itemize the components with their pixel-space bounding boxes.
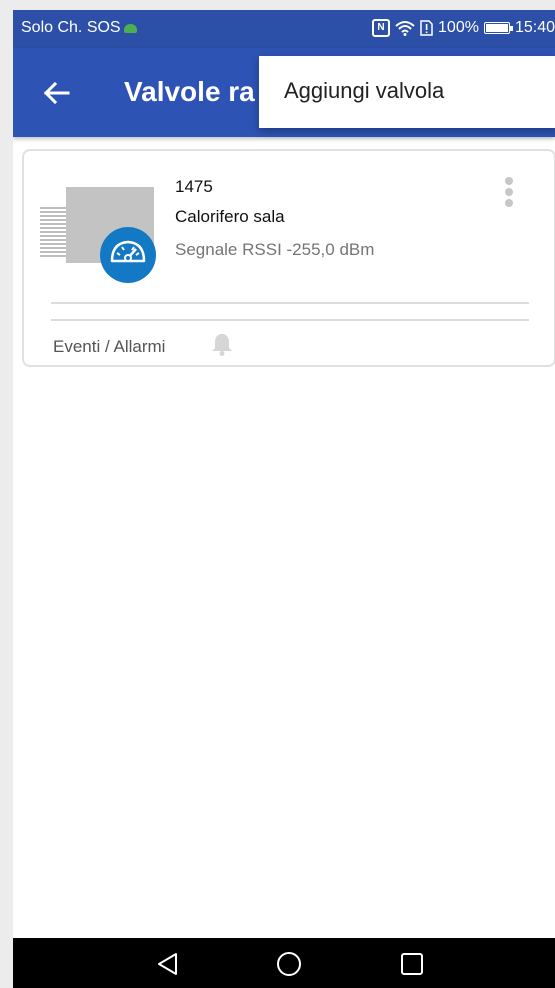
status-bar: Solo Ch. SOS N 100% 15:40 [13, 10, 555, 48]
android-icon [123, 23, 137, 33]
square-recent-icon [401, 953, 423, 975]
signal-strength: Segnale RSSI -255,0 dBm [175, 240, 375, 259]
overflow-menu: Aggiungi valvola [259, 56, 555, 128]
events-alarms-link[interactable]: Eventi / Allarmi [53, 337, 165, 357]
nav-back-button[interactable] [150, 946, 186, 982]
radiator-fins [40, 207, 68, 257]
circle-home-icon [277, 952, 301, 976]
device-name: Calorifero sala [175, 207, 285, 226]
bell-button[interactable] [209, 331, 237, 359]
bell-icon [212, 334, 232, 356]
back-button[interactable] [33, 70, 79, 116]
valve-card[interactable]: 1475 Calorifero sala Segnale RSSI -255,0… [22, 149, 555, 367]
radiator-thumbnail [40, 187, 162, 287]
nav-recent-button[interactable] [394, 946, 430, 982]
menu-item-add-valve[interactable]: Aggiungi valvola [284, 78, 444, 104]
carrier-label: Solo Ch. SOS [21, 19, 121, 36]
arrow-left-icon [43, 81, 70, 105]
card-more-button[interactable] [499, 175, 519, 213]
dot [505, 188, 513, 196]
nfc-icon: N [372, 19, 391, 37]
nav-home-button[interactable] [271, 946, 307, 982]
gauge-badge [100, 227, 156, 283]
page-title: Valvole ra [124, 76, 255, 107]
battery-icon [483, 22, 513, 34]
triangle-back-icon [158, 953, 177, 975]
system-nav-bar [13, 938, 555, 988]
wifi-icon [395, 19, 415, 37]
dot [505, 199, 513, 207]
divider [51, 319, 529, 321]
device-id: 1475 [175, 177, 213, 196]
clock: 15:40 [514, 19, 555, 36]
status-left: Solo Ch. SOS [21, 19, 137, 37]
gauge-icon [110, 240, 146, 263]
dot [505, 177, 513, 185]
phone-screen: Solo Ch. SOS N 100% 15:40 Valvole ra Agg… [13, 10, 555, 988]
sim-alert-icon [420, 19, 433, 37]
divider [51, 302, 529, 304]
battery-percent: 100% [438, 19, 479, 36]
status-right: N 100% 15:40 [372, 19, 555, 37]
